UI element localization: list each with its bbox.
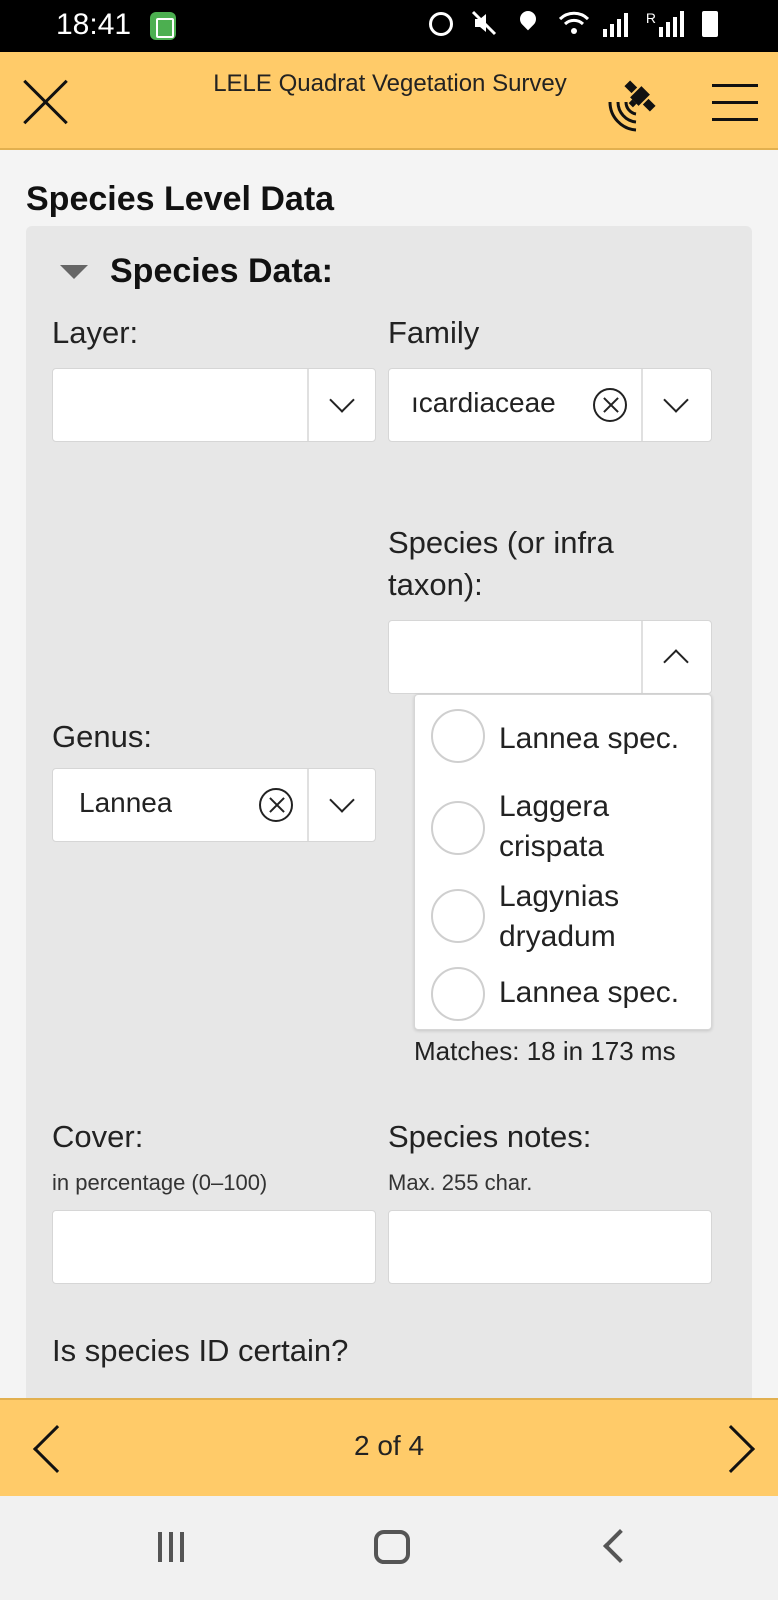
- mute-icon: [471, 10, 497, 38]
- species-id-certain-label: Is species ID certain?: [52, 1333, 349, 1368]
- chevron-down-icon[interactable]: [329, 387, 355, 413]
- collapse-triangle-icon: [60, 264, 88, 279]
- hamburger-menu-icon[interactable]: [712, 84, 758, 122]
- chevron-up-icon[interactable]: [663, 649, 689, 675]
- chevron-down-icon[interactable]: [663, 387, 689, 413]
- species-notes-hint: Max. 255 char.: [388, 1170, 533, 1195]
- cover-hint: in percentage (0–100): [52, 1170, 268, 1195]
- signal-roaming-icon: R: [646, 11, 684, 37]
- family-label: Family: [388, 315, 480, 350]
- clear-icon[interactable]: [593, 388, 627, 422]
- back-icon[interactable]: [603, 1529, 637, 1563]
- layer-label: Layer:: [52, 315, 139, 350]
- match-count: Matches: 18 in 173 ms: [414, 1036, 676, 1066]
- genus-label: Genus:: [52, 719, 152, 754]
- family-select[interactable]: ıcardiaceae: [388, 368, 712, 442]
- species-option[interactable]: Lagynias dryadum: [415, 875, 711, 969]
- page-indicator: 2 of 4: [353, 1430, 425, 1461]
- species-notes-label: Species notes:: [388, 1119, 592, 1154]
- signal-bars-icon: [602, 11, 628, 37]
- location-icon: [515, 10, 541, 38]
- status-bar: 18:41 R: [0, 0, 778, 52]
- survey-app-icon: [150, 12, 176, 40]
- chevron-down-icon[interactable]: [329, 787, 355, 813]
- radio-button[interactable]: [431, 709, 485, 763]
- wifi-icon: [558, 10, 589, 38]
- satellite-icon[interactable]: [606, 72, 666, 132]
- recent-apps-icon[interactable]: [158, 1532, 184, 1562]
- system-navigation-bar: [0, 1496, 778, 1600]
- group-toggle[interactable]: Species Data:: [60, 252, 333, 291]
- clear-icon[interactable]: [259, 788, 293, 822]
- species-options-list[interactable]: Lannea spec. Laggera crispata Lagynias d…: [414, 694, 712, 1030]
- species-select[interactable]: [388, 620, 712, 694]
- home-icon[interactable]: [374, 1530, 410, 1564]
- family-value: ıcardiaceae: [411, 387, 556, 418]
- group-title: Species Data:: [110, 252, 333, 290]
- close-icon[interactable]: [22, 78, 68, 124]
- species-notes-input[interactable]: [388, 1210, 712, 1284]
- species-option[interactable]: Lannea spec.: [415, 695, 711, 781]
- form-content[interactable]: Species Level Data Species Data: Layer: …: [0, 150, 778, 1398]
- cover-input[interactable]: [52, 1210, 376, 1284]
- cover-label: Cover:: [52, 1119, 144, 1154]
- status-icons: R: [428, 10, 718, 38]
- genus-value: Lannea: [79, 787, 173, 818]
- species-label: Species (or infra taxon):: [388, 525, 614, 602]
- survey-title: LELE Quadrat Vegetation Survey: [213, 70, 567, 97]
- app-bar: LELE Quadrat Vegetation Survey: [0, 52, 778, 150]
- species-option[interactable]: Laggera crispata: [415, 781, 711, 875]
- layer-select[interactable]: [52, 368, 376, 442]
- species-option[interactable]: Lannea spec.: [415, 961, 711, 1029]
- genus-select[interactable]: Lannea: [52, 768, 376, 842]
- page-navigation: 2 of 4: [0, 1398, 778, 1496]
- radio-button[interactable]: [431, 967, 485, 1021]
- alarm-icon: [428, 12, 453, 36]
- radio-button[interactable]: [431, 801, 485, 855]
- status-time: 18:41: [56, 8, 132, 41]
- battery-icon: [702, 11, 718, 37]
- species-data-group: Species Data: Layer: Family ıcardiaceae …: [26, 226, 752, 1398]
- radio-button[interactable]: [431, 889, 485, 943]
- page-title: Species Level Data: [26, 180, 335, 218]
